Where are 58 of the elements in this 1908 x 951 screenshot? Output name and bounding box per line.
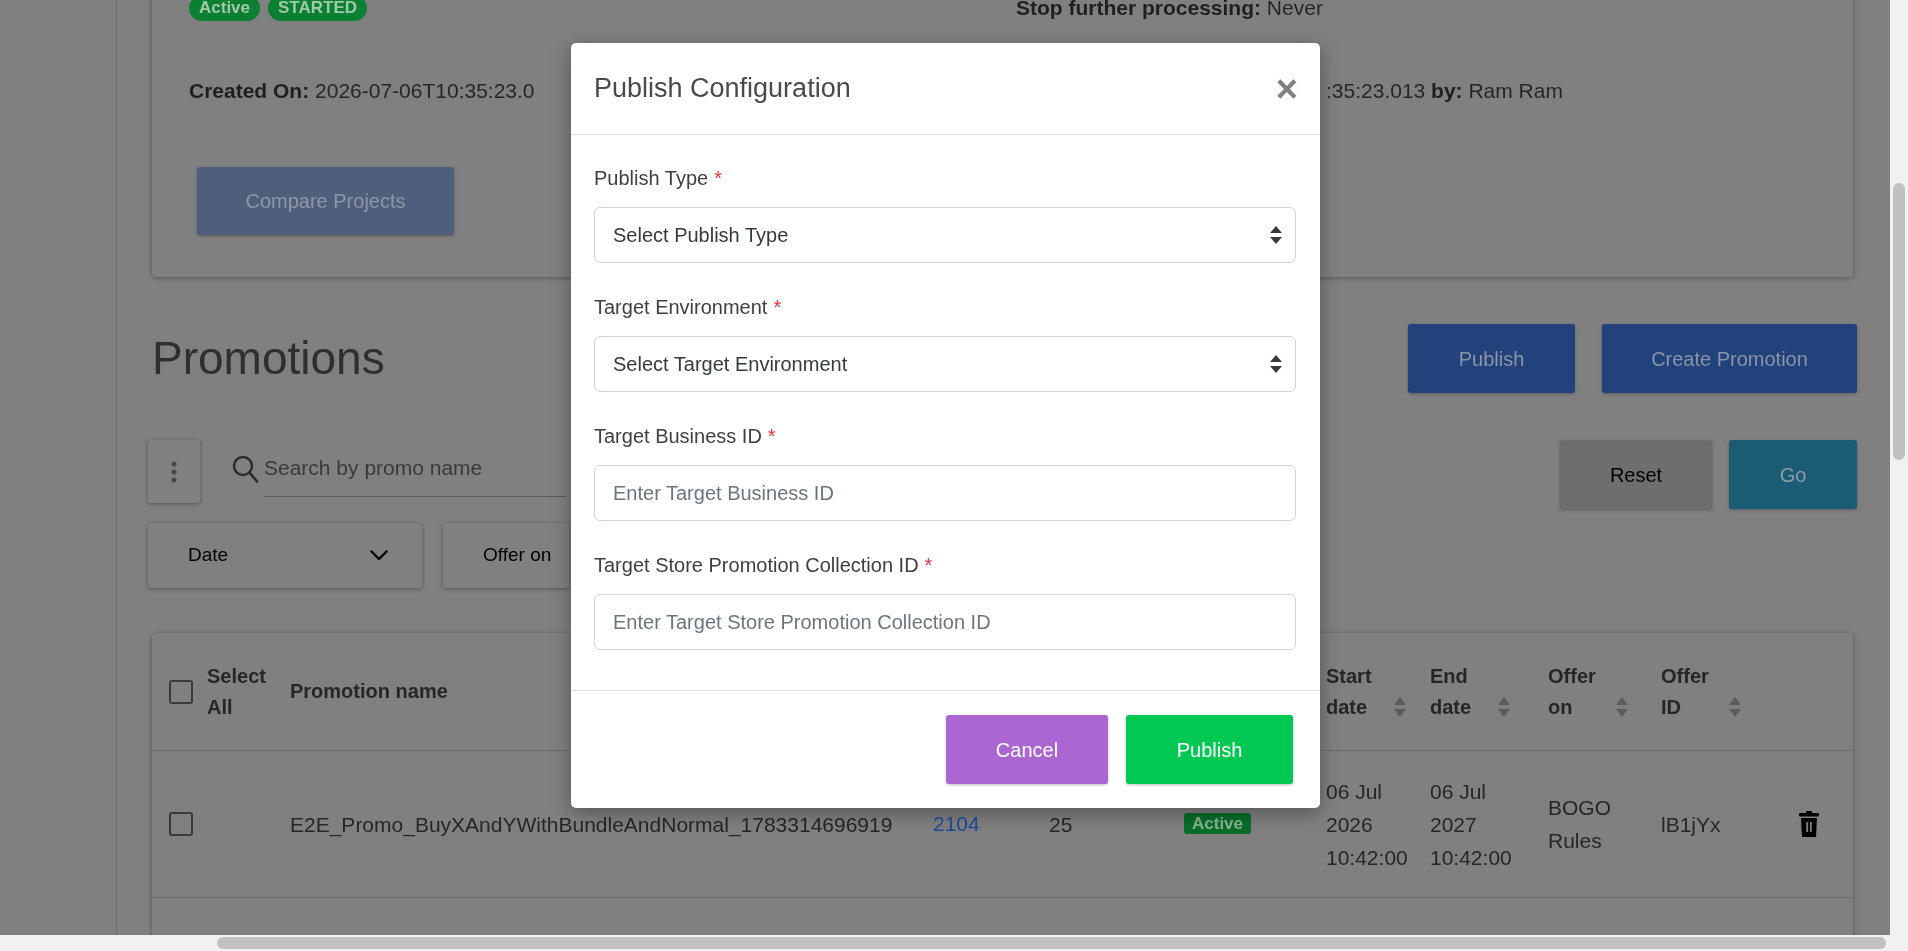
vertical-dots-icon	[171, 460, 177, 483]
required-asterisk: *	[767, 425, 776, 447]
close-button[interactable]: ×	[1275, 69, 1298, 108]
field-label: Target Business ID	[594, 425, 762, 447]
input-field[interactable]: Enter Target Business ID	[594, 465, 1296, 521]
publish-button[interactable]: Publish	[1408, 324, 1575, 393]
page-title: Promotions	[152, 331, 385, 386]
cancel-button[interactable]: Cancel	[946, 715, 1108, 784]
table-cell-text: lB1jYx	[1661, 811, 1721, 838]
required-asterisk: *	[773, 296, 782, 318]
more-options-button[interactable]	[148, 440, 200, 503]
publish-button[interactable]: Publish	[1126, 715, 1293, 784]
search-icon	[232, 455, 258, 483]
create-promotion-button[interactable]: Create Promotion	[1602, 324, 1857, 393]
stop-processing-text: Stop further processing: Never	[1016, 0, 1323, 21]
required-asterisk: *	[714, 167, 722, 189]
column-header: Offer ID	[1661, 663, 1710, 720]
search-field[interactable]: Search by promo name	[264, 440, 566, 497]
compare-projects-button[interactable]: Compare Projects	[197, 167, 454, 235]
input-field[interactable]: Enter Target Store Promotion Collection ID	[594, 594, 1296, 650]
select-all-checkbox[interactable]	[169, 679, 193, 704]
status-badge: Active	[1184, 813, 1252, 834]
sort-icon[interactable]	[1729, 696, 1741, 717]
column-header: End date	[1430, 663, 1473, 720]
sort-icon[interactable]	[1394, 696, 1406, 717]
trash-icon[interactable]	[1799, 811, 1819, 837]
column-header: Start date	[1326, 663, 1373, 720]
field-label: Target Environment	[594, 296, 768, 318]
reset-button[interactable]: Reset	[1560, 440, 1712, 509]
select-field[interactable]: Select Publish Type	[594, 207, 1296, 263]
scrollbar-thumb[interactable]	[217, 937, 1886, 949]
status-badge: STARTED	[268, 0, 368, 21]
required-asterisk: *	[924, 554, 933, 576]
status-badge: Active	[189, 0, 261, 21]
updown-caret-icon	[1270, 355, 1282, 373]
created-on-text: Created On: 2026-07-06T10:35:23.0	[189, 78, 535, 104]
filter-dropdown[interactable]: Date	[148, 523, 422, 588]
dialog-title: Publish Configuration	[594, 72, 851, 106]
field-label: Target Store Promotion Collection ID	[594, 554, 919, 576]
table-cell-text: BOGO Rules	[1548, 795, 1612, 854]
table-cell: 25	[1049, 812, 1073, 836]
table-cell-text: 06 Jul 2027 10:42:00	[1430, 778, 1513, 871]
updated-on-text: :35:23.013 by: Ram Ram	[1326, 78, 1563, 104]
column-header: Offer on	[1548, 663, 1597, 720]
field-label: Publish Type	[594, 167, 709, 189]
sort-icon[interactable]	[1616, 696, 1628, 717]
filter-dropdown[interactable]: Offer on	[443, 523, 569, 588]
updown-caret-icon	[1270, 226, 1282, 244]
table-cell-text: 06 Jul 2026 10:42:00	[1326, 778, 1409, 871]
table-cell: E2E_Promo_BuyXAndYWithBundleAndNormal_1783314696919	[290, 812, 893, 836]
column-header: Promotion name	[290, 680, 448, 702]
select-field[interactable]: Select Target Environment	[594, 336, 1296, 392]
scrollbar-thumb[interactable]	[1893, 183, 1905, 460]
row-checkbox[interactable]	[169, 812, 193, 836]
go-button[interactable]: Go	[1729, 440, 1857, 509]
column-header: Select All	[207, 663, 267, 720]
sort-icon[interactable]	[1498, 696, 1510, 717]
id-link[interactable]: 2104	[933, 812, 980, 836]
